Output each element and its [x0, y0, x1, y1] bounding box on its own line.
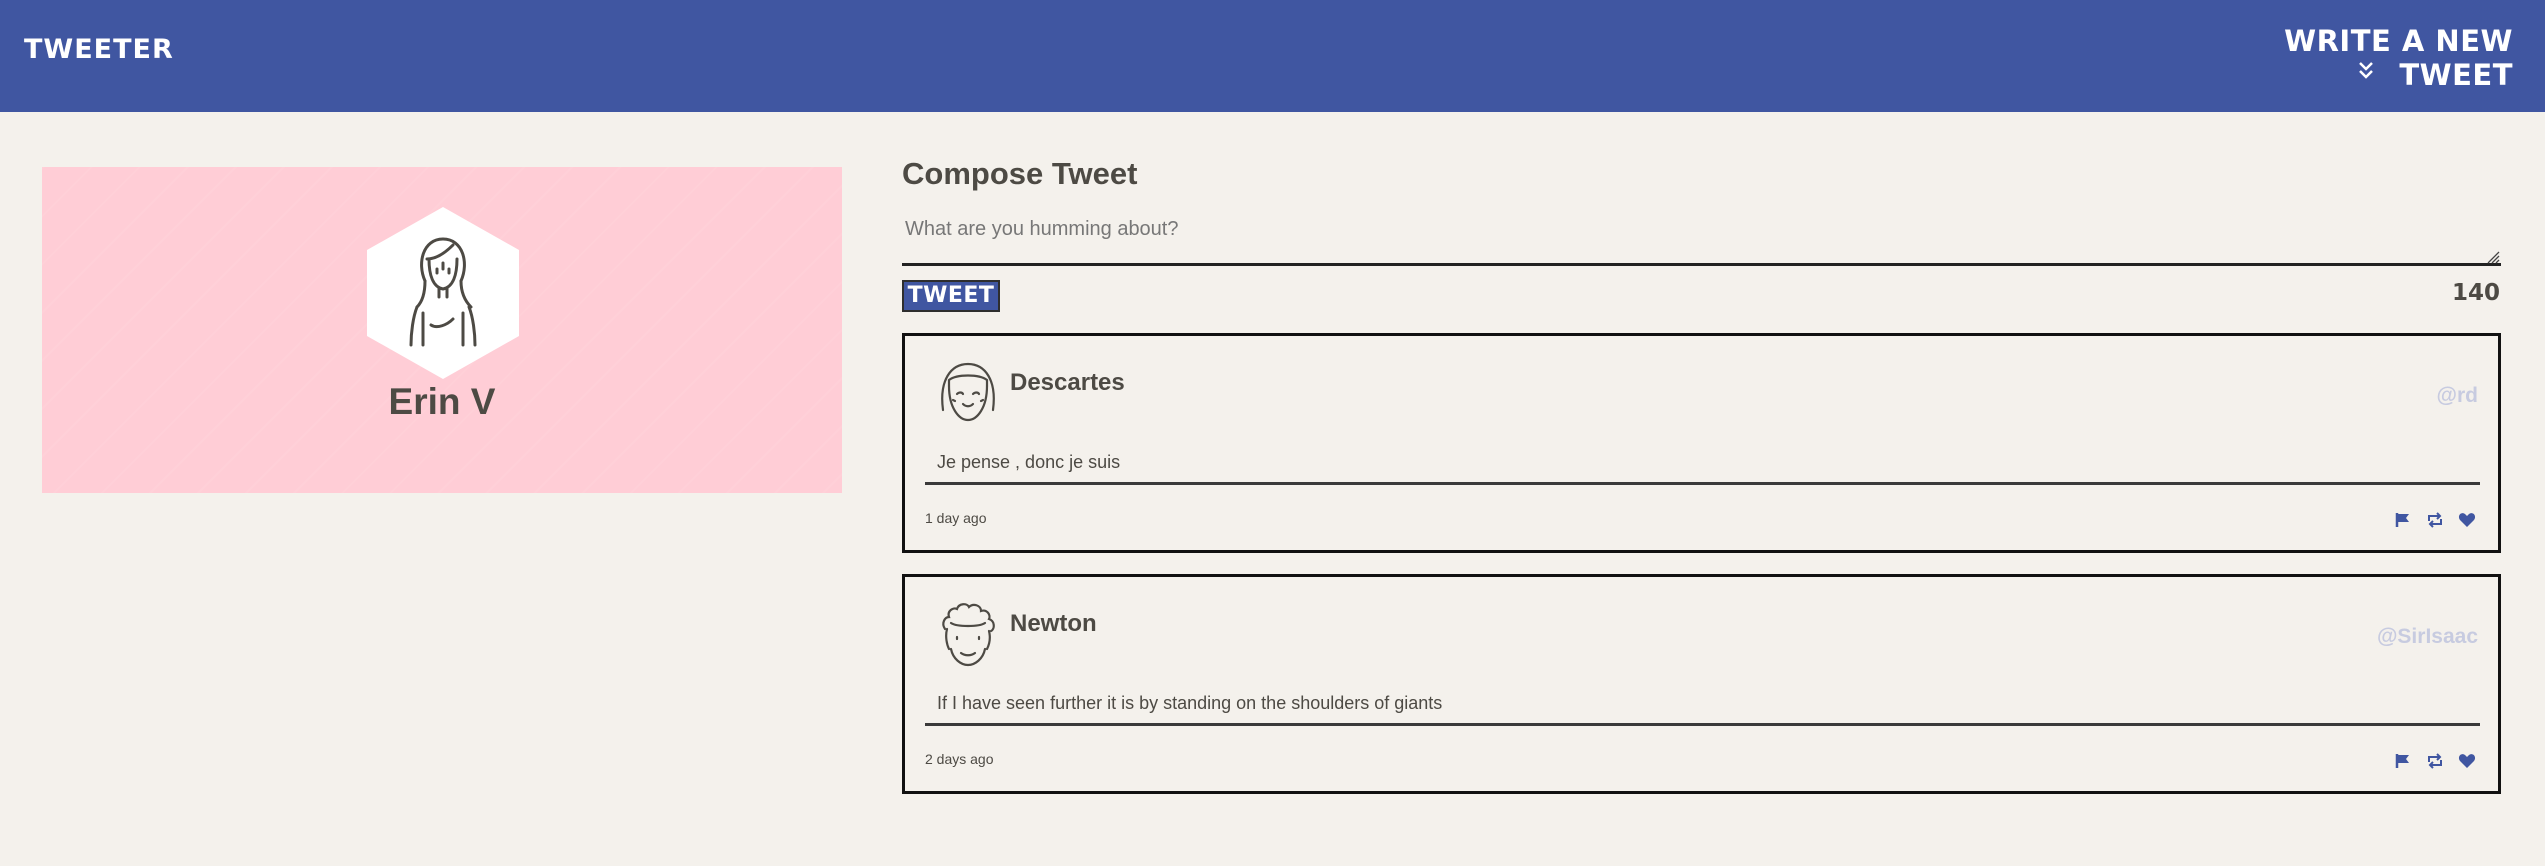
- character-counter: 140: [2451, 280, 2500, 306]
- tweet-timestamp: 1 day ago: [925, 510, 987, 526]
- tweet-actions: [2394, 511, 2476, 529]
- tweet-card: Newton @SirIsaac If I have seen further …: [902, 574, 2501, 794]
- tweet-timestamp: 2 days ago: [925, 751, 994, 767]
- compose-title: Compose Tweet: [902, 156, 1138, 191]
- profile-card: Erin V: [42, 167, 842, 493]
- girl-avatar-icon: [941, 362, 995, 422]
- profile-name: Erin V: [388, 381, 496, 422]
- flag-icon[interactable]: [2394, 511, 2412, 529]
- profile-avatar-hexagon: [367, 207, 519, 379]
- write-new-tweet-label: Write a new tweet: [2284, 24, 2513, 92]
- woman-avatar-icon: [409, 237, 477, 347]
- heart-icon[interactable]: [2458, 752, 2476, 770]
- tweet-handle: @rd: [2436, 384, 2478, 407]
- tweet-submit-button[interactable]: Tweet: [902, 280, 1000, 312]
- tweet-text-input[interactable]: [902, 204, 2501, 266]
- tweet-handle: @SirIsaac: [2376, 625, 2478, 648]
- tweet-actions: [2394, 752, 2476, 770]
- brand-logo[interactable]: Tweeter: [24, 34, 174, 65]
- retweet-icon[interactable]: [2426, 511, 2444, 529]
- tweet-card: Descartes @rd Je pense , donc je suis 1 …: [902, 333, 2501, 553]
- tweet-author: Newton: [1010, 610, 1097, 637]
- tweet-divider: [925, 723, 2480, 726]
- double-chevron-down-icon: [2359, 62, 2373, 79]
- top-bar: Tweeter Write a new tweet: [0, 0, 2545, 112]
- retweet-icon[interactable]: [2426, 752, 2444, 770]
- tweet-author: Descartes: [1010, 369, 1125, 396]
- write-new-tweet-button[interactable]: Write a new tweet: [2213, 24, 2513, 92]
- tweet-text: Je pense , donc je suis: [937, 452, 1121, 472]
- tweet-text: If I have seen further it is by standing…: [937, 693, 1443, 713]
- heart-icon[interactable]: [2458, 511, 2476, 529]
- flag-icon[interactable]: [2394, 752, 2412, 770]
- tweet-divider: [925, 482, 2480, 485]
- resize-handle-icon[interactable]: [2486, 250, 2500, 264]
- curly-hair-avatar-icon: [942, 603, 995, 667]
